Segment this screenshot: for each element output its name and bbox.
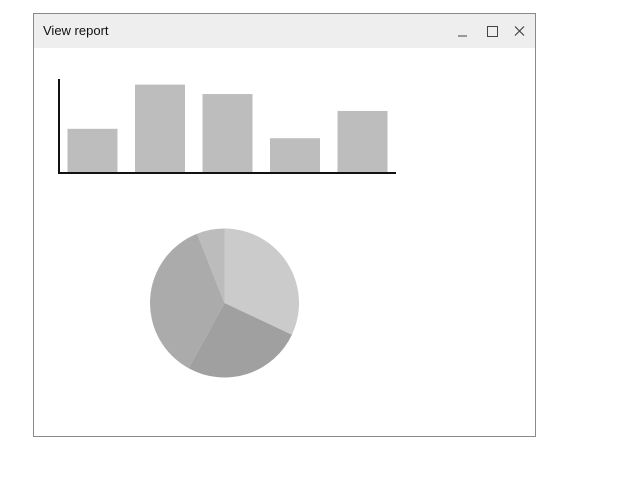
minimize-button[interactable] xyxy=(452,21,474,41)
title-bar[interactable]: View report xyxy=(34,14,535,48)
report-content xyxy=(34,48,535,436)
close-icon xyxy=(514,26,525,36)
maximize-icon xyxy=(487,26,498,37)
report-window: View report xyxy=(33,13,536,437)
close-button[interactable] xyxy=(508,21,530,41)
maximize-button[interactable] xyxy=(480,21,502,41)
minimize-icon xyxy=(458,35,467,37)
window-title: View report xyxy=(43,23,109,38)
pie-chart xyxy=(150,228,299,378)
